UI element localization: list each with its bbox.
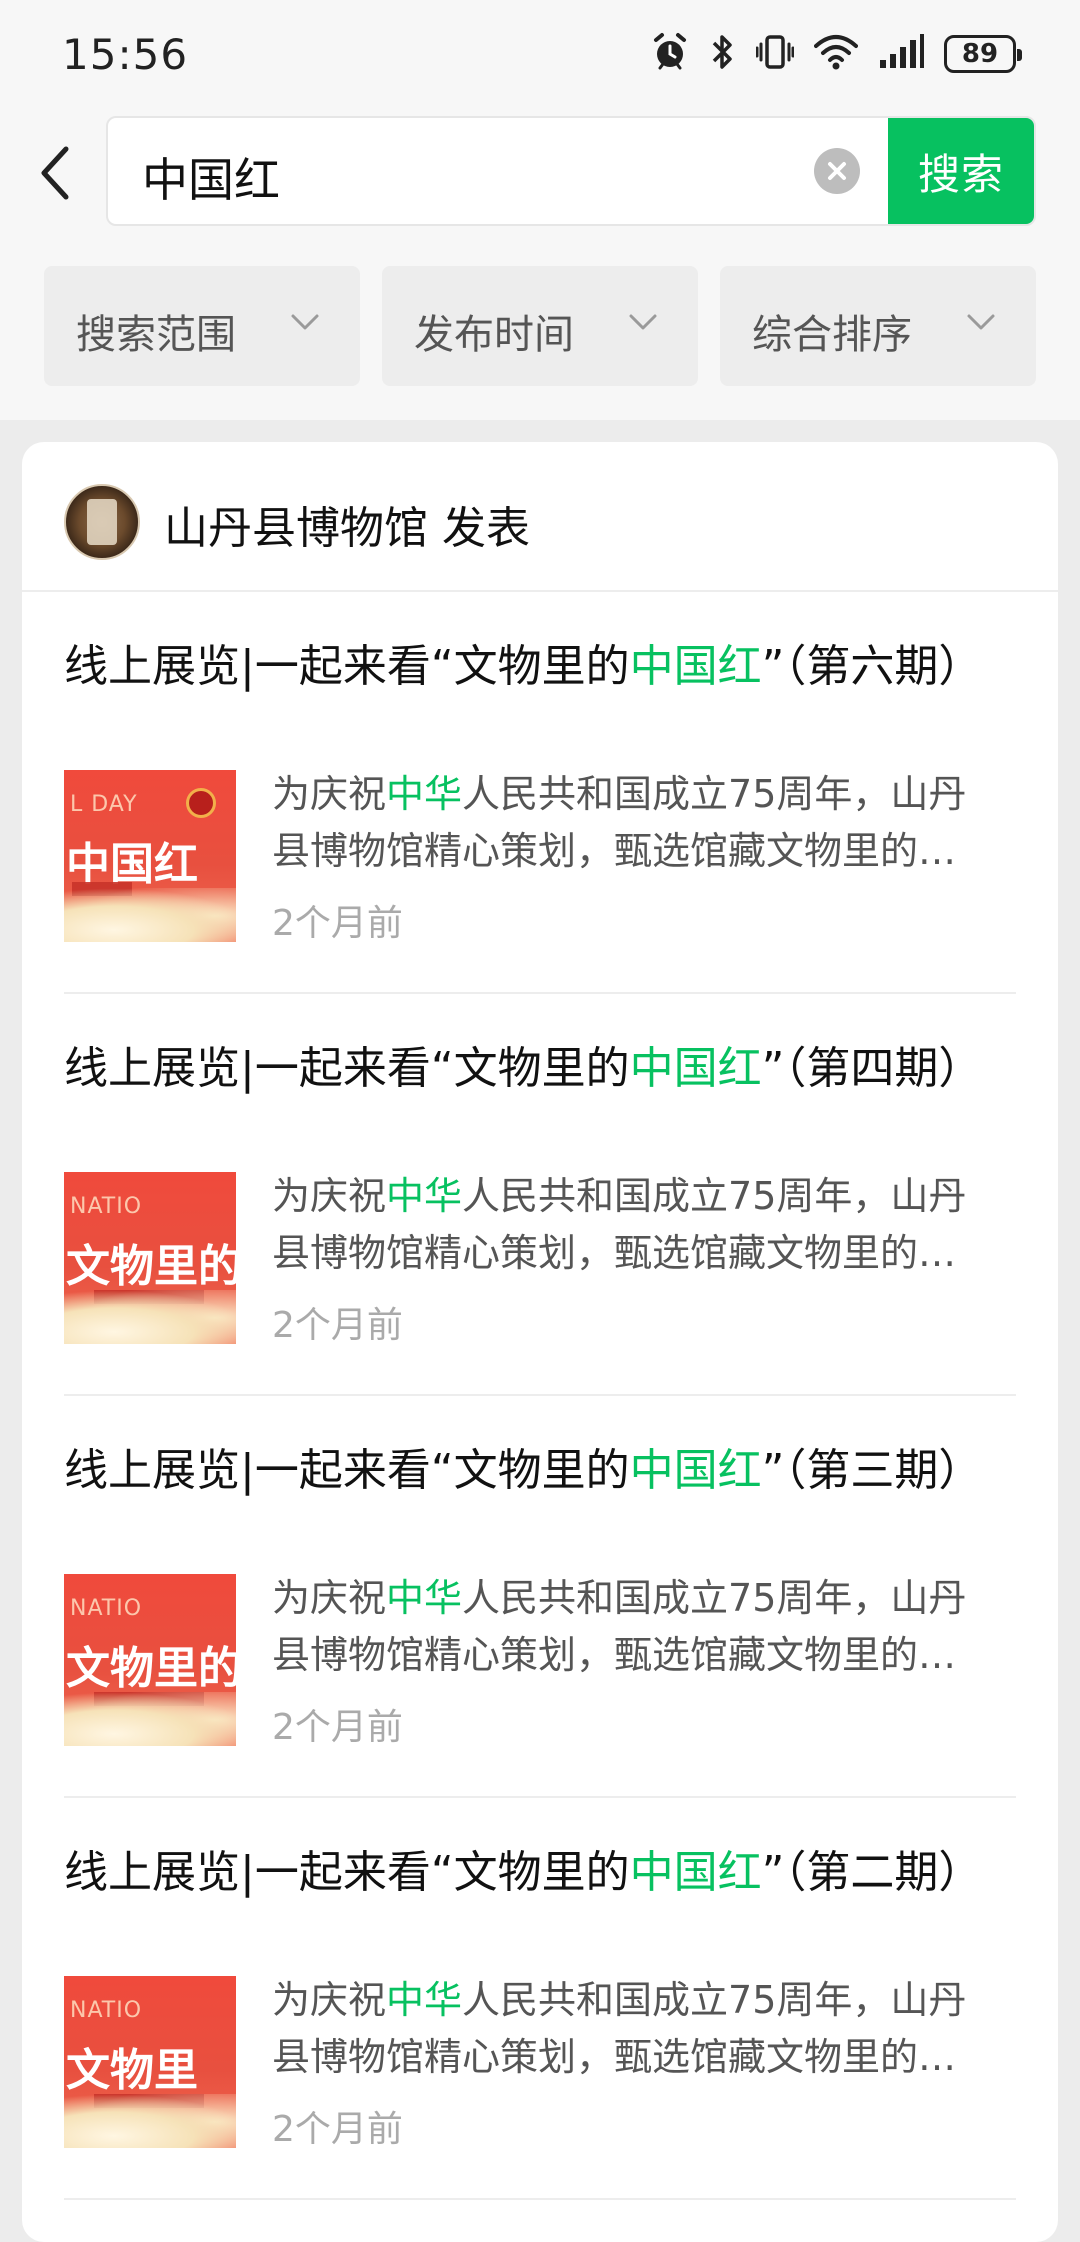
- result-time: 2个月前: [272, 1305, 403, 1346]
- result-item[interactable]: 线上展览|一起来看“文物里的中国红”（第二期） NATIO 文物里 为庆祝中华人…: [64, 1798, 1016, 2200]
- chevron-down-icon: [967, 314, 995, 330]
- thumbnail-title: 文物里的: [66, 1241, 236, 1292]
- search-button[interactable]: 搜索: [888, 118, 1034, 224]
- result-item[interactable]: 线上展览|一起来看“文物里的中国红”（第四期） NATIO 文物里的 为庆祝中华…: [64, 994, 1016, 1396]
- result-thumbnail: NATIO 文物里: [64, 1976, 236, 2148]
- result-description: 为庆祝中华人民共和国成立75周年，山丹 县博物馆精心策划，甄选馆藏文物里的…: [272, 1174, 967, 1275]
- search-input[interactable]: 中国红: [142, 144, 280, 210]
- result-title: 线上展览|一起来看“文物里的中国红”（第二期）: [64, 1847, 983, 1898]
- thumbnail-caption: NATIO: [70, 1194, 143, 1219]
- battery-icon: 89: [944, 35, 1022, 73]
- publisher-name: 山丹县博物馆 发表: [164, 503, 530, 554]
- publisher-header[interactable]: 山丹县博物馆 发表: [22, 442, 1058, 592]
- wifi-icon: [814, 32, 858, 76]
- chevron-down-icon: [629, 314, 657, 330]
- result-title: 线上展览|一起来看“文物里的中国红”（第四期）: [64, 1043, 983, 1094]
- status-time: 15:56: [62, 30, 189, 79]
- result-description: 为庆祝中华人民共和国成立75周年，山丹 县博物馆精心策划，甄选馆藏文物里的…: [272, 1978, 967, 2079]
- thumbnail-caption: L DAY: [70, 792, 138, 817]
- vibrate-icon: [755, 32, 795, 76]
- result-description: 为庆祝中华人民共和国成立75周年，山丹 县博物馆精心策划，甄选馆藏文物里的…: [272, 772, 967, 873]
- thumbnail-title: 文物里的: [66, 1643, 236, 1694]
- result-title: 线上展览|一起来看“文物里的中国红”（第三期）: [64, 1445, 983, 1496]
- publisher-avatar: [64, 484, 140, 560]
- search-box: 中国红 搜索: [106, 116, 1036, 226]
- filter-publish-time[interactable]: 发布时间: [382, 266, 698, 386]
- filter-bar: 搜索范围 发布时间 综合排序: [44, 266, 1036, 386]
- bluetooth-icon: [710, 32, 736, 76]
- result-item[interactable]: 线上展览|一起来看“文物里的中国红”（第六期） L DAY 中国红 为庆祝中华人…: [64, 592, 1016, 994]
- thumbnail-caption: NATIO: [70, 1998, 143, 2023]
- result-thumbnail: NATIO 文物里的: [64, 1574, 236, 1746]
- result-description: 为庆祝中华人民共和国成立75周年，山丹 县博物馆精心策划，甄选馆藏文物里的…: [272, 1576, 967, 1677]
- back-arrow-icon: [41, 146, 69, 200]
- status-bar: 15:56 89: [0, 0, 1080, 110]
- result-thumbnail: NATIO 文物里的: [64, 1172, 236, 1344]
- status-icons: 89: [650, 32, 1022, 76]
- result-thumbnail: L DAY 中国红: [64, 770, 236, 942]
- clear-button[interactable]: [814, 148, 860, 194]
- filter-label: 综合排序: [752, 312, 912, 358]
- filter-label: 发布时间: [414, 312, 574, 358]
- alarm-icon: [650, 32, 690, 76]
- result-title: 线上展览|一起来看“文物里的中国红”（第六期）: [64, 641, 983, 692]
- filter-search-scope[interactable]: 搜索范围: [44, 266, 360, 386]
- result-time: 2个月前: [272, 2109, 403, 2150]
- chevron-down-icon: [291, 314, 319, 330]
- clear-icon: [828, 162, 846, 180]
- filter-label: 搜索范围: [76, 312, 236, 358]
- battery-level: 89: [961, 39, 999, 69]
- result-item[interactable]: 线上展览|一起来看“文物里的中国红”（第三期） NATIO 文物里的 为庆祝中华…: [64, 1396, 1016, 1798]
- thumbnail-caption: NATIO: [70, 1596, 143, 1621]
- thumbnail-title: 文物里: [66, 2045, 198, 2096]
- result-time: 2个月前: [272, 1707, 403, 1748]
- signal-icon: [878, 32, 924, 76]
- filter-sort[interactable]: 综合排序: [720, 266, 1036, 386]
- back-button[interactable]: [30, 140, 80, 206]
- results-card: 山丹县博物馆 发表 线上展览|一起来看“文物里的中国红”（第六期） L DAY …: [22, 442, 1058, 2242]
- result-time: 2个月前: [272, 903, 403, 944]
